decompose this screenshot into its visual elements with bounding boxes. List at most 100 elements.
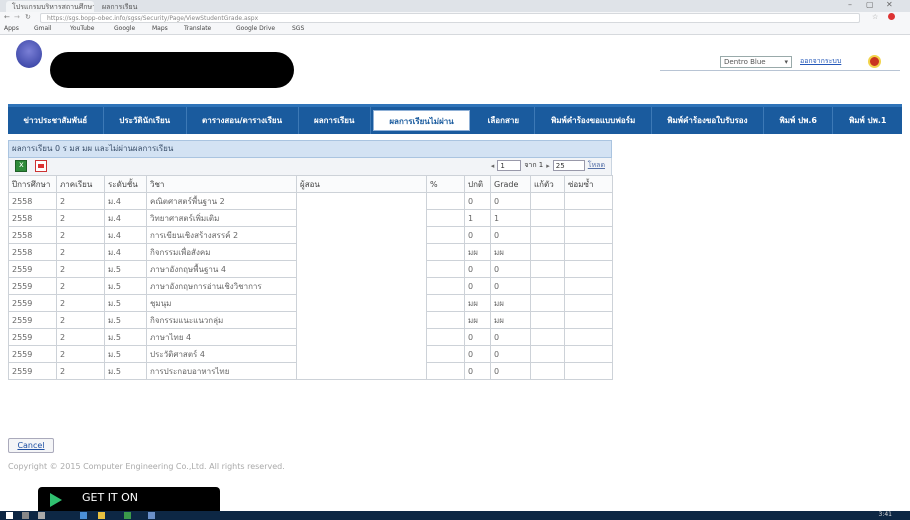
nav-news[interactable]: ข่าวประชาสัมพันธ์ (8, 107, 104, 134)
pager: ◂ จาก 1 ▸ โหลด (491, 160, 605, 171)
nav-print-pp6[interactable]: พิมพ์ ปพ.6 (764, 107, 834, 134)
taskview-icon[interactable] (38, 512, 45, 519)
maximize-icon[interactable]: ▢ (866, 0, 874, 9)
col-header-level[interactable]: ระดับชั้น (104, 175, 147, 193)
nav-student-profile[interactable]: ประวัตินักเรียน (104, 107, 187, 134)
page-of-label: จาก 1 (524, 161, 544, 169)
bookmark-apps[interactable]: Apps (4, 25, 19, 32)
app-icon-2[interactable] (148, 512, 155, 519)
table-cell (530, 277, 565, 295)
page-number-input[interactable] (497, 160, 522, 171)
table-cell: ม.4 (104, 209, 147, 227)
nav-print-certificate[interactable]: พิมพ์คำร้องขอใบรับรอง (652, 107, 764, 134)
bookmark-gmail[interactable]: Gmail (34, 25, 52, 32)
nav-print-form[interactable]: พิมพ์คำร้องขอแบบฟอร์ม (535, 107, 652, 134)
extension-icon[interactable] (888, 13, 895, 20)
next-page-icon[interactable]: ▸ (546, 162, 550, 170)
table-cell: ม.5 (104, 362, 147, 380)
export-excel-icon[interactable] (15, 160, 27, 172)
browser-tab-2[interactable]: ผลการเรียน (96, 1, 184, 12)
bookmark-google[interactable]: Google (114, 25, 135, 32)
table-cell: 0 (464, 277, 491, 295)
col-header-teacher[interactable]: ผู้สอน (296, 175, 427, 193)
cancel-button[interactable]: Cancel (8, 438, 54, 453)
page-size-input[interactable] (552, 160, 585, 171)
bookmark-youtube[interactable]: YouTube (70, 25, 94, 32)
table-cell: ม.5 (104, 294, 147, 312)
logout-icon[interactable] (868, 55, 881, 68)
table-cell: 0 (490, 192, 531, 210)
col-header-subject[interactable]: วิชา (146, 175, 297, 193)
export-pdf-icon[interactable] (35, 160, 47, 172)
forward-icon[interactable]: → (14, 13, 20, 21)
app-icon[interactable] (124, 512, 131, 519)
table-cell (426, 362, 465, 380)
table-cell: ม.4 (104, 192, 147, 210)
minimize-icon[interactable]: – (848, 0, 852, 9)
table-cell (564, 209, 613, 227)
table-cell: 2559 (8, 345, 57, 363)
bookmark-translate[interactable]: Translate (184, 25, 211, 32)
table-cell: 2 (56, 294, 105, 312)
back-icon[interactable]: ← (4, 13, 10, 21)
grid-toolbar: ◂ จาก 1 ▸ โหลด (8, 158, 612, 175)
col-header-term[interactable]: ภาคเรียน (56, 175, 105, 193)
table-cell: ม.5 (104, 328, 147, 346)
bookmark-drive[interactable]: Google Drive (236, 25, 275, 32)
taskbar-clock: 3:41 (878, 511, 892, 518)
table-cell: ม.5 (104, 311, 147, 329)
theme-select[interactable]: Dentro Blue ▾ (720, 56, 792, 68)
address-input[interactable]: https://sgs.bopp-obec.info/sgss/Security… (40, 13, 860, 23)
col-header-normal[interactable]: ปกติ (464, 175, 491, 193)
close-window-icon[interactable]: ✕ (886, 0, 893, 9)
table-cell: 2559 (8, 362, 57, 380)
browser-tab-1[interactable]: โปรแกรมบริหารสถานศึกษา (6, 1, 94, 12)
table-cell: 0 (464, 192, 491, 210)
search-icon[interactable] (22, 512, 29, 519)
bookmark-sgs[interactable]: SGS (292, 25, 304, 32)
star-icon[interactable]: ☆ (872, 13, 878, 21)
col-header-grade[interactable]: Grade (490, 175, 531, 193)
table-cell: 2 (56, 209, 105, 227)
reload-icon[interactable]: ↻ (25, 13, 31, 21)
table-cell: 0 (490, 277, 531, 295)
table-cell (426, 328, 465, 346)
address-bar-row: ← → ↻ https://sgs.bopp-obec.info/sgss/Se… (0, 12, 910, 24)
start-icon[interactable] (6, 512, 13, 519)
table-cell: มผ (464, 294, 491, 312)
browser-tabstrip: โปรแกรมบริหารสถานศึกษา ผลการเรียน – ▢ ✕ (0, 0, 910, 12)
nav-timetable[interactable]: ตารางสอน/ตารางเรียน (187, 107, 299, 134)
nav-failed-grades[interactable]: ผลการเรียนไม่ผ่าน (372, 110, 471, 131)
table-cell: 2559 (8, 328, 57, 346)
table-row[interactable]: 2558 2 ม.4 คณิตศาสตร์พื้นฐาน 200 (8, 192, 613, 380)
table-cell: 0 (464, 226, 491, 244)
nav-choose-track[interactable]: เลือกสาย (472, 107, 536, 134)
col-header-retake[interactable]: แก้ตัว (530, 175, 565, 193)
table-cell: 0 (490, 345, 531, 363)
copyright-text: Copyright © 2015 Computer Engineering Co… (8, 462, 285, 471)
col-header-repeat[interactable]: ซ่อมซ้ำ (564, 175, 613, 193)
redacted-name-block (50, 52, 294, 88)
nav-grades[interactable]: ผลการเรียน (299, 107, 371, 134)
refresh-link[interactable]: โหลด (588, 160, 605, 171)
logout-link[interactable]: ออกจากระบบ (800, 56, 841, 68)
table-cell (426, 260, 465, 278)
table-cell: มผ (490, 243, 531, 261)
table-cell: ภาษาไทย 4 (146, 328, 297, 346)
table-cell (296, 192, 427, 380)
table-cell (426, 277, 465, 295)
col-header-year[interactable]: ปีการศึกษา (8, 175, 57, 193)
nav-print-pp1[interactable]: พิมพ์ ปพ.1 (833, 107, 902, 134)
bookmark-maps[interactable]: Maps (152, 25, 168, 32)
os-taskbar: 3:41 (0, 511, 910, 520)
google-play-badge[interactable]: GET IT ON (38, 487, 220, 511)
col-header-percent[interactable]: % (426, 175, 465, 193)
prev-page-icon[interactable]: ◂ (491, 162, 495, 170)
gplay-label: GET IT ON (82, 491, 139, 504)
explorer-icon[interactable] (80, 512, 87, 519)
table-cell: 2559 (8, 311, 57, 329)
chrome-icon[interactable] (98, 512, 105, 519)
table-cell: 2558 (8, 192, 57, 210)
theme-select-value: Dentro Blue (724, 58, 766, 66)
table-cell: กิจกรรมแนะแนวกลุ่ม (146, 311, 297, 329)
